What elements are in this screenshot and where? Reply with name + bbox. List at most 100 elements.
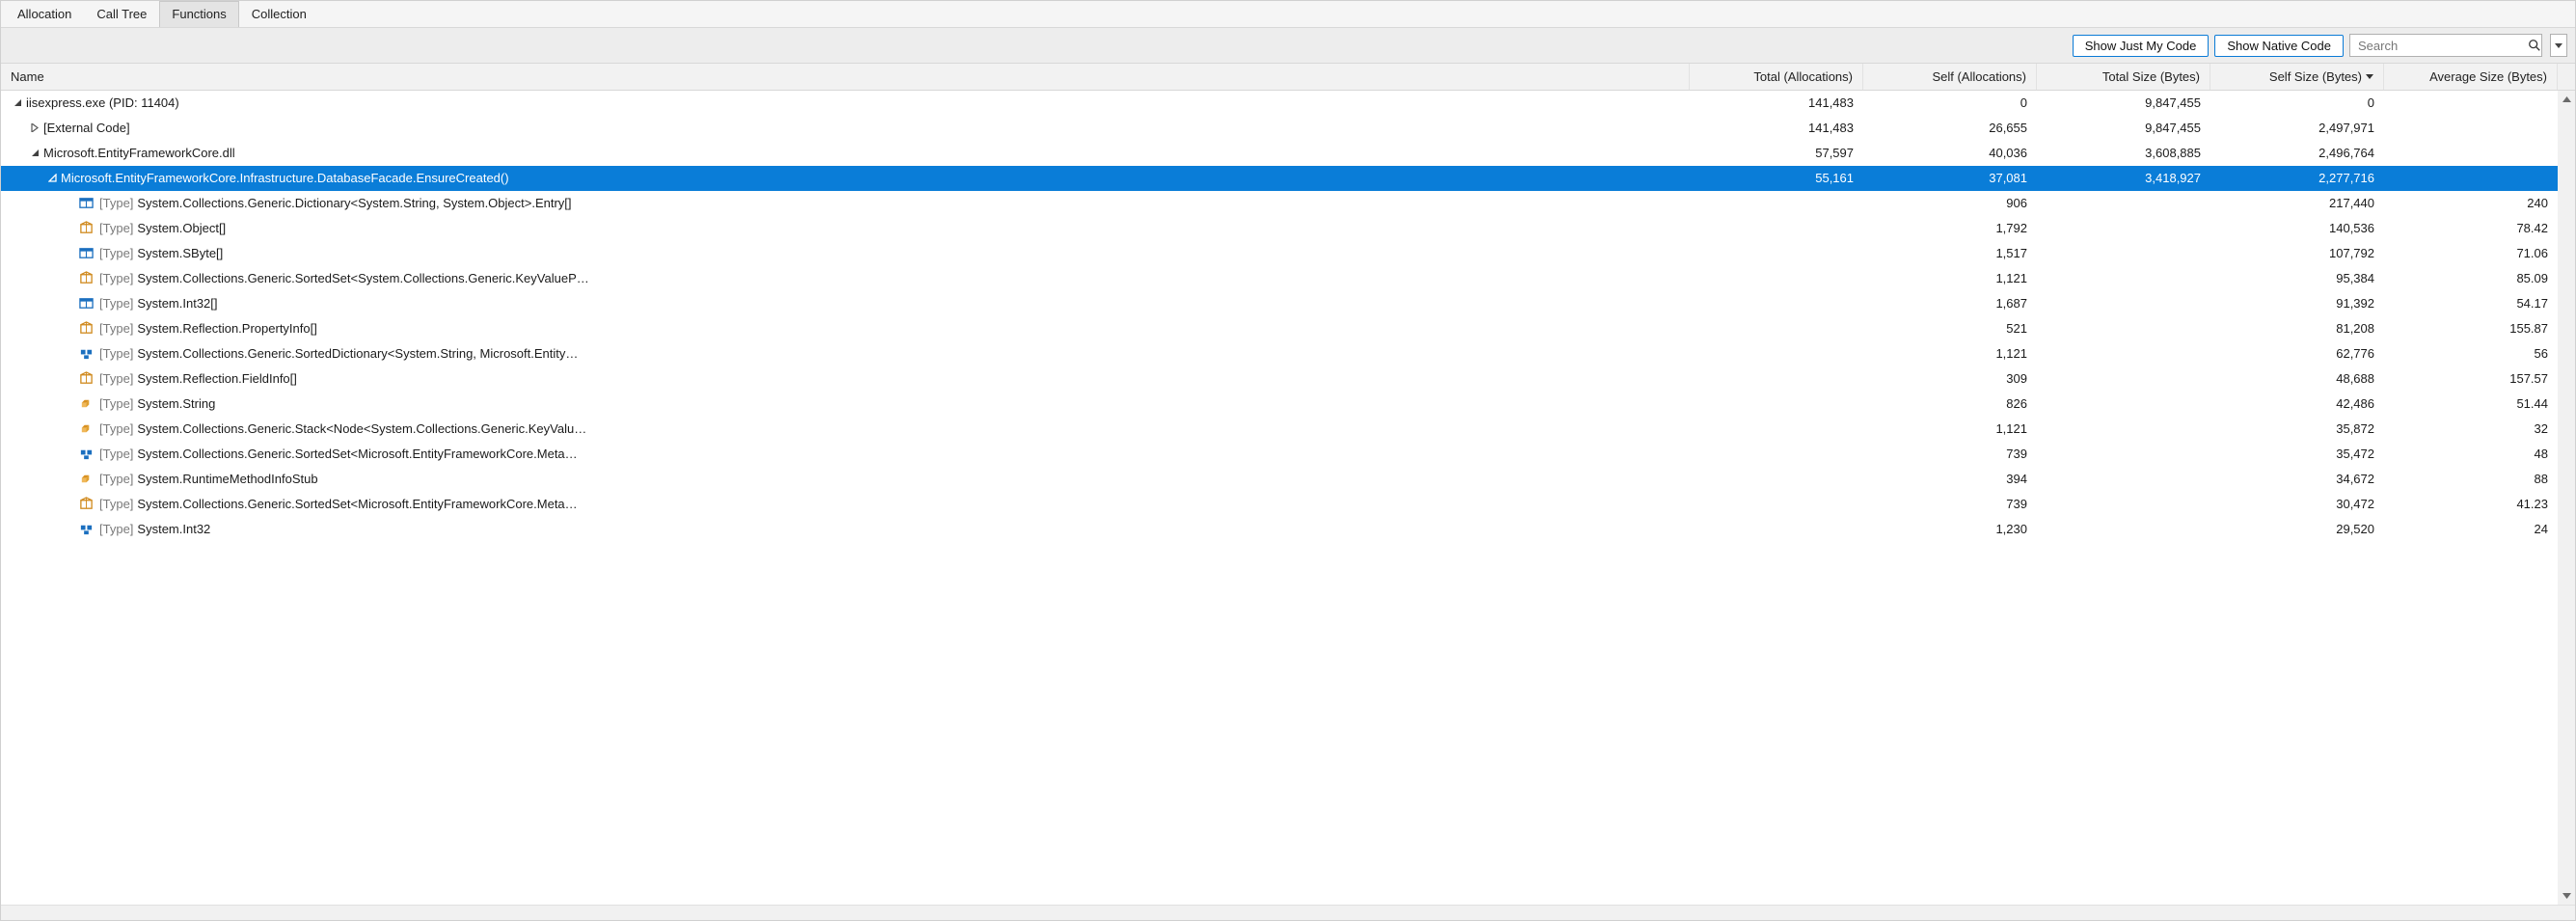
box-icon — [78, 371, 94, 387]
row-name-label: System.Collections.Generic.SortedSet<Mic… — [137, 447, 577, 461]
cell-self-alloc: 0 — [1863, 95, 2037, 110]
row-name-label: Microsoft.EntityFrameworkCore.Infrastruc… — [61, 171, 509, 185]
table-row[interactable]: [Type]System.SByte[]1,517107,79271.06 — [1, 241, 2575, 266]
class-icon — [78, 396, 94, 412]
col-self-allocations[interactable]: Self (Allocations) — [1863, 64, 2037, 90]
name-cell: [Type]System.Object[] — [1, 221, 1690, 236]
tab-collection[interactable]: Collection — [239, 1, 319, 27]
table-row[interactable]: [Type] System.Collections.Generic.SortedS… — [1, 442, 2575, 467]
scroll-up-icon[interactable] — [2558, 91, 2575, 108]
type-prefix: [Type] — [99, 522, 133, 536]
search-options-dropdown[interactable] — [2550, 34, 2567, 57]
struct-icon — [78, 296, 94, 312]
scroll-down-icon[interactable] — [2558, 887, 2575, 905]
cell-total-size: 9,847,455 — [2037, 95, 2210, 110]
row-name-label: System.Collections.Generic.SortedSet<Sys… — [137, 271, 588, 285]
table-row[interactable]: [Type] System.Collections.Generic.SortedS… — [1, 266, 2575, 291]
table-row[interactable]: [Type]System.Collections.Generic.SortedD… — [1, 341, 2575, 366]
cell-total-alloc: 57,597 — [1690, 146, 1863, 160]
name-cell: [Type] System.Collections.Generic.Diction… — [1, 196, 1690, 211]
col-total-allocations[interactable]: Total (Allocations) — [1690, 64, 1863, 90]
cell-avg-size: 85.09 — [2384, 271, 2558, 285]
search-box[interactable] — [2349, 34, 2542, 57]
table-row[interactable]: [Type]System.String82642,48651.44 — [1, 392, 2575, 417]
table-row[interactable]: Microsoft.EntityFrameworkCore.dll 57,5974… — [1, 141, 2575, 166]
name-cell: [Type]System.String — [1, 396, 1690, 412]
type-prefix: [Type] — [99, 497, 133, 511]
row-name-label: Microsoft.EntityFrameworkCore.dll — [43, 146, 235, 160]
collapse-icon[interactable] — [45, 172, 59, 185]
cell-avg-size: 56 — [2384, 346, 2558, 361]
table-row[interactable]: [Type]System.Int32[]1,68791,39254.17 — [1, 291, 2575, 316]
col-name[interactable]: Name — [1, 64, 1690, 90]
cell-self-size: 30,472 — [2210, 497, 2384, 511]
row-name-label: System.SByte[] — [137, 246, 223, 260]
table-row[interactable]: [Type]System.RuntimeMethodInfoStub 394 34,… — [1, 467, 2575, 492]
table-row[interactable]: [Type] System.Collections.Generic.Diction… — [1, 191, 2575, 216]
table-row[interactable]: [Type]System.Int321,23029,52024 — [1, 517, 2575, 542]
table-row[interactable]: Microsoft.EntityFrameworkCore.Infrastruc… — [1, 166, 2575, 191]
row-name-label: System.Collections.Generic.Dictionary<Sy… — [137, 196, 571, 210]
cell-total-alloc: 141,483 — [1690, 121, 1863, 135]
tab-allocation[interactable]: Allocation — [5, 1, 84, 27]
cell-self-size: 107,792 — [2210, 246, 2384, 260]
class-icon — [78, 421, 94, 437]
type-prefix: [Type] — [99, 447, 133, 461]
col-total-size[interactable]: Total Size (Bytes) — [2037, 64, 2210, 90]
type-prefix: [Type] — [99, 396, 133, 411]
expand-icon[interactable] — [28, 122, 41, 135]
cell-self-size: 48,688 — [2210, 371, 2384, 386]
name-cell: [Type]System.Reflection.PropertyInfo[] — [1, 321, 1690, 337]
name-cell: iisexpress.exe (PID: 11404) — [1, 95, 1690, 110]
table-row[interactable]: [Type]System.Reflection.PropertyInfo[] 52… — [1, 316, 2575, 341]
tab-functions[interactable]: Functions — [159, 1, 238, 27]
show-my-code-button[interactable]: Show Just My Code — [2073, 35, 2210, 57]
horizontal-scrollbar[interactable] — [1, 905, 2575, 920]
tab-calltree[interactable]: Call Tree — [84, 1, 159, 27]
table-row[interactable]: [Type]System.Object[]1,792140,53678.42 — [1, 216, 2575, 241]
search-icon[interactable] — [2528, 38, 2541, 53]
type-prefix: [Type] — [99, 221, 133, 235]
cell-self-alloc: 739 — [1863, 497, 2037, 511]
row-name-label: System.Int32[] — [137, 296, 217, 311]
table-row[interactable]: iisexpress.exe (PID: 11404)141,48309,847… — [1, 91, 2575, 116]
search-input[interactable] — [2358, 39, 2528, 53]
cell-self-alloc: 40,036 — [1863, 146, 2037, 160]
name-cell: [Type]System.Collections.Generic.Stack<N… — [1, 421, 1690, 437]
class-blue-icon — [78, 346, 94, 362]
type-prefix: [Type] — [99, 421, 133, 436]
cell-self-alloc: 26,655 — [1863, 121, 2037, 135]
name-cell: [Type]System.Int32 — [1, 522, 1690, 537]
table-row[interactable]: [External Code]141,48326,6559,847,4552,4… — [1, 116, 2575, 141]
type-prefix: [Type] — [99, 246, 133, 260]
class-blue-icon — [78, 447, 94, 462]
col-self-size[interactable]: Self Size (Bytes) — [2210, 64, 2384, 90]
cell-avg-size: 155.87 — [2384, 321, 2558, 336]
box-icon — [78, 271, 94, 286]
type-prefix: [Type] — [99, 346, 133, 361]
name-cell: [Type]System.Collections.Generic.SortedS… — [1, 497, 1690, 512]
table-row[interactable]: [Type]System.Collections.Generic.Stack<N… — [1, 417, 2575, 442]
grid-body[interactable]: iisexpress.exe (PID: 11404)141,48309,847… — [1, 91, 2575, 905]
name-cell: [Type]System.RuntimeMethodInfoStub — [1, 472, 1690, 487]
name-cell: [Type] System.SByte[] — [1, 246, 1690, 261]
table-row[interactable]: [Type]System.Reflection.FieldInfo[]30948… — [1, 366, 2575, 392]
class-blue-icon — [78, 522, 94, 537]
collapse-icon[interactable] — [11, 96, 24, 110]
cell-self-alloc: 739 — [1863, 447, 2037, 461]
collapse-icon[interactable] — [28, 147, 41, 160]
vertical-scrollbar[interactable] — [2558, 91, 2575, 905]
cell-self-alloc: 1,230 — [1863, 522, 2037, 536]
cell-self-size: 34,672 — [2210, 472, 2384, 486]
show-native-code-button[interactable]: Show Native Code — [2214, 35, 2344, 57]
cell-avg-size: 54.17 — [2384, 296, 2558, 311]
type-prefix: [Type] — [99, 196, 133, 210]
cell-self-alloc: 1,121 — [1863, 271, 2037, 285]
type-prefix: [Type] — [99, 271, 133, 285]
table-row[interactable]: [Type]System.Collections.Generic.SortedS… — [1, 492, 2575, 517]
toolbar: Show Just My Code Show Native Code — [1, 28, 2575, 64]
cell-self-alloc: 521 — [1863, 321, 2037, 336]
cell-avg-size: 240 — [2384, 196, 2558, 210]
cell-self-alloc: 394 — [1863, 472, 2037, 486]
col-average-size[interactable]: Average Size (Bytes) — [2384, 64, 2558, 90]
